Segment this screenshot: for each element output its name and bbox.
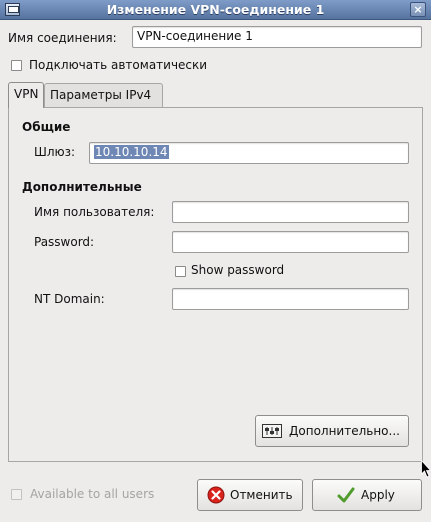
window-title: Изменение VPN-соединение 1 [106, 2, 325, 17]
password-label: Password: [34, 235, 95, 249]
tab-ipv4[interactable]: Параметры IPv4 [44, 83, 163, 108]
cancel-button-label: Отменить [230, 488, 293, 502]
title-bar[interactable]: Изменение VPN-соединение 1 × [0, 0, 431, 20]
available-all-users-checkbox[interactable] [11, 489, 22, 500]
autoconnect-label: Подключать автоматически [29, 58, 208, 72]
nt-domain-label: NT Domain: [34, 292, 105, 306]
advanced-button[interactable]: Дополнительно... [255, 415, 409, 447]
nt-domain-input[interactable] [172, 288, 409, 310]
password-input[interactable] [172, 231, 409, 253]
close-icon[interactable]: × [410, 2, 426, 17]
apply-button-label: Apply [361, 488, 395, 502]
gateway-input[interactable]: 10.10.10.14 [89, 142, 409, 164]
tab-vpn[interactable]: VPN [8, 82, 44, 108]
optional-section-title: Дополнительные [22, 180, 142, 194]
network-app-icon [5, 3, 20, 16]
cancel-x-icon [207, 486, 225, 504]
connection-name-input[interactable]: VPN-соединение 1 [132, 26, 422, 48]
autoconnect-checkbox[interactable] [11, 60, 22, 71]
connection-name-value: VPN-соединение 1 [137, 29, 253, 43]
show-password-checkbox[interactable] [175, 266, 186, 277]
gateway-label: Шлюз: [34, 145, 76, 159]
advanced-settings-icon [262, 423, 282, 439]
show-password-label: Show password [191, 263, 285, 277]
gateway-value: 10.10.10.14 [94, 145, 169, 159]
available-all-users-label: Available to all users [30, 487, 155, 501]
cancel-button[interactable]: Отменить [197, 479, 303, 511]
general-section-title: Общие [22, 120, 71, 134]
connection-name-label: Имя соединения: [8, 31, 117, 45]
check-icon [337, 486, 355, 504]
vpn-tab-panel: Общие Шлюз: 10.10.10.14 Дополнительные И… [8, 107, 423, 462]
advanced-button-label: Дополнительно... [289, 424, 400, 438]
username-label: Имя пользователя: [34, 205, 155, 219]
vpn-edit-dialog: Изменение VPN-соединение 1 × Имя соедине… [0, 0, 431, 522]
mouse-cursor-icon [421, 459, 431, 478]
apply-button[interactable]: Apply [312, 479, 422, 511]
username-input[interactable] [172, 201, 409, 223]
